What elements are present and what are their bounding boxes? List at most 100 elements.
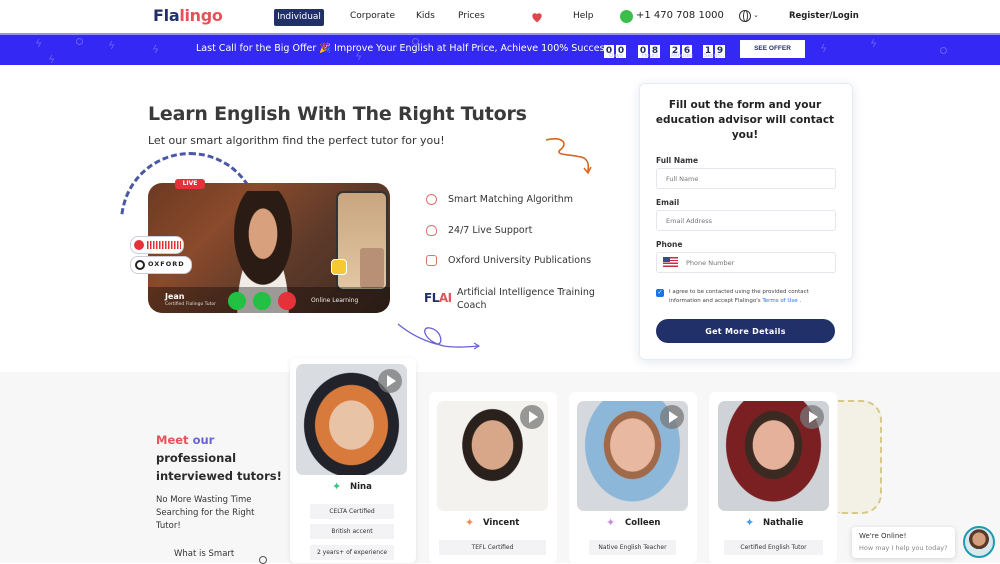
get-more-details-button[interactable]: Get More Details	[656, 319, 835, 343]
promo-banner: ϟ ϟ ϟ ϟ ϟ ϟ ϟ Last Call for the Big Offe…	[0, 35, 1000, 65]
tutor-name: Colleen	[625, 518, 661, 528]
tutor-tag: 2 years+ of experience	[310, 545, 394, 560]
circle-decor-icon	[76, 38, 83, 45]
book-icon	[426, 255, 437, 266]
tutor-tag: Native English Teacher	[589, 540, 676, 555]
countdown-label: Secon...	[704, 53, 726, 59]
phone-inset-video	[360, 248, 384, 288]
phone-mockup	[336, 191, 388, 291]
bolt-icon: ϟ	[152, 43, 160, 56]
camera-icon	[253, 292, 271, 310]
countdown-label: Days	[609, 53, 623, 59]
squiggle-loop-icon	[397, 323, 481, 350]
flai-logo: FLAI	[424, 291, 452, 305]
hero-subtitle: Let our smart algorithm find the perfect…	[148, 134, 445, 147]
see-offer-button[interactable]: SEE OFFER	[740, 40, 805, 58]
circle-decor-icon	[940, 47, 947, 54]
heading-line-2: professional	[156, 451, 237, 465]
nav-corporate[interactable]: Corporate	[350, 11, 395, 21]
full-name-label: Full Name	[656, 156, 699, 165]
flai-fl: FL	[424, 291, 439, 305]
play-icon[interactable]	[660, 405, 684, 429]
what-is-smart-accordion[interactable]: What is Smart	[174, 549, 234, 559]
top-nav: Flalingo Individual Corporate Kids Price…	[0, 0, 1000, 35]
audio-wave-badge	[130, 236, 184, 254]
register-login-link[interactable]: Register/Login	[789, 11, 859, 21]
consent-text: I agree to be contacted using the provid…	[669, 289, 809, 304]
mic-icon	[228, 292, 246, 310]
nav-prices[interactable]: Prices	[458, 11, 485, 21]
banner-text: Last Call for the Big Offer 🎉 Improve Yo…	[196, 43, 610, 54]
countdown-days: 0 0 Days	[604, 38, 628, 59]
flalingo-logo[interactable]: Flalingo	[153, 6, 223, 25]
form-title: Fill out the form and your education adv…	[655, 99, 835, 141]
bolt-icon: ϟ	[35, 37, 43, 50]
sparkle-icon: ✦	[332, 480, 342, 493]
play-icon[interactable]	[378, 369, 402, 393]
heading-line-3: interviewed tutors!	[156, 469, 282, 483]
countdown-label: Minutes	[671, 53, 693, 59]
feature-oxford: Oxford University Publications	[448, 255, 592, 266]
bolt-icon: ϟ	[870, 37, 878, 50]
play-icon[interactable]	[520, 405, 544, 429]
headset-icon	[426, 225, 437, 236]
oxford-badge: OXFORD	[130, 256, 192, 274]
full-name-input[interactable]	[656, 168, 836, 189]
phone-number[interactable]: +1 470 708 1000	[636, 10, 724, 21]
email-label: Email	[656, 198, 680, 207]
phone-input[interactable]	[656, 252, 836, 273]
video-tutor-role: Certified Flalingo Tutor	[165, 302, 216, 307]
chevron-down-icon[interactable]: ⌄	[753, 11, 759, 19]
sparkle-icon: ✦	[606, 516, 616, 529]
feature-live-support: 24/7 Live Support	[448, 225, 533, 236]
chat-bubble[interactable]: We're Online! How may I help you today?	[852, 527, 955, 558]
tab-individual[interactable]: Individual	[274, 9, 324, 26]
tutors-heading: Meet our professional interviewed tutors!	[156, 431, 282, 485]
hang-up-icon	[278, 292, 296, 310]
tutor-tag: TEFL Certified	[439, 540, 546, 555]
countdown-hours: 0 8 Hours	[638, 38, 662, 59]
hero-title: Learn English With The Right Tutors	[148, 103, 527, 125]
clap-emoji-icon	[331, 259, 347, 275]
nav-kids[interactable]: Kids	[416, 11, 435, 21]
whatsapp-icon[interactable]	[620, 10, 633, 23]
heart-icon[interactable]	[530, 10, 544, 24]
live-badge: LIVE	[175, 179, 205, 189]
email-input[interactable]	[656, 210, 836, 231]
flai-ai: AI	[438, 291, 452, 305]
consent-checkbox[interactable]: ✓	[656, 289, 664, 297]
tutor-name: Nina	[350, 482, 372, 492]
nav-help[interactable]: Help	[573, 11, 594, 21]
countdown-seconds: 1 9 Secon...	[703, 38, 727, 59]
next-card-placeholder	[838, 400, 882, 514]
bolt-icon: ϟ	[48, 53, 56, 65]
squiggle-arrow-icon	[545, 138, 592, 175]
waveform-icon	[147, 241, 181, 249]
sparkle-icon: ✦	[745, 516, 755, 529]
tutor-name: Vincent	[483, 518, 520, 528]
video-tutor-name: Jean	[165, 292, 185, 301]
play-icon[interactable]	[800, 405, 824, 429]
countdown-minutes: 2 6 Minutes	[670, 38, 694, 59]
chat-agent-avatar[interactable]	[963, 526, 995, 558]
tutor-tag: CELTA Certified	[310, 504, 394, 519]
bolt-icon: ϟ	[108, 39, 116, 52]
us-flag-icon[interactable]	[663, 257, 678, 267]
oxford-label: OXFORD	[148, 260, 185, 268]
terms-of-use-link[interactable]: Terms of Use	[762, 298, 797, 304]
globe-icon[interactable]	[739, 10, 751, 22]
play-icon	[134, 240, 144, 250]
logo-part-2: lingo	[179, 6, 223, 25]
tutor-tag: British accent	[310, 524, 394, 539]
tutor-tag: Certified English Tutor	[724, 540, 823, 555]
countdown-label: Hours	[641, 53, 659, 59]
bolt-icon: ϟ	[820, 42, 828, 55]
feature-ai-coach: Artificial Intelligence Training Coach	[457, 287, 595, 311]
target-icon	[426, 194, 437, 205]
heading-meet: Meet	[156, 433, 189, 447]
feature-smart-matching: Smart Matching Algorithm	[448, 194, 573, 205]
logo-part-1: Fla	[153, 6, 180, 25]
video-status: Online Learning	[311, 297, 359, 304]
sparkle-icon: ✦	[465, 516, 475, 529]
oxford-logo-icon	[135, 260, 145, 270]
